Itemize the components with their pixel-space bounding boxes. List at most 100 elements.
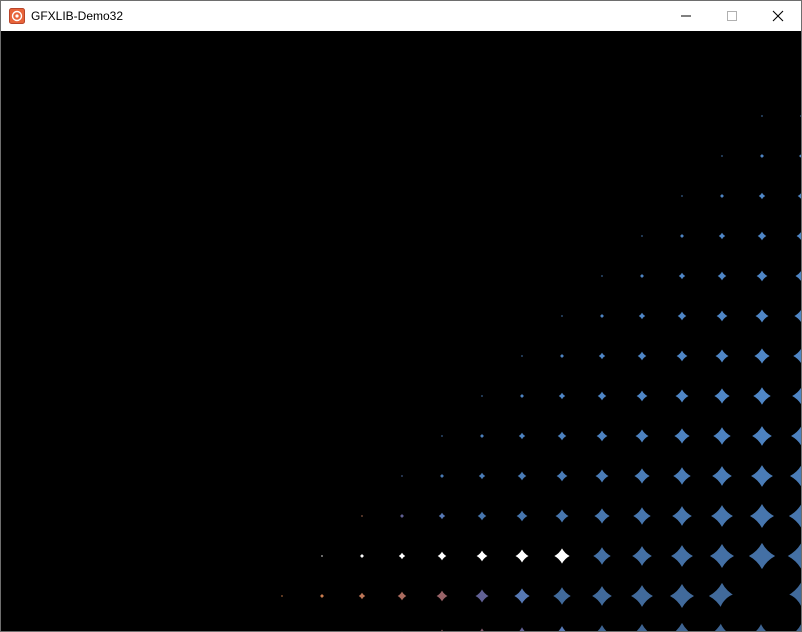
grid-dot [556, 470, 568, 482]
grid-dot [636, 623, 648, 631]
grid-dot [593, 547, 611, 565]
grid-dot [787, 543, 801, 569]
shadow-circle [743, 575, 779, 611]
grid-dot [397, 591, 407, 601]
grid-dot [557, 431, 567, 441]
grid-dot [594, 508, 610, 524]
grid-dot [598, 352, 606, 360]
grid-dot [560, 314, 564, 318]
grid-dot [479, 433, 485, 439]
grid-dot [754, 348, 770, 364]
grid-dot [758, 192, 766, 200]
grid-dot [438, 512, 446, 520]
grid-dot [635, 429, 649, 443]
grid-dot [675, 622, 689, 631]
maximize-icon [727, 11, 737, 21]
grid-dot [558, 626, 566, 631]
grid-dot [756, 270, 768, 282]
grid-dot [669, 583, 695, 609]
grid-dot [600, 274, 604, 278]
grid-dot [674, 428, 690, 444]
grid-dot [555, 509, 569, 523]
grid-dot [793, 348, 801, 364]
grid-dot [797, 193, 801, 199]
grid-dot [592, 586, 612, 606]
grid-dot [520, 354, 524, 358]
grid-dot [476, 550, 488, 562]
grid-dot [437, 551, 447, 561]
grid-dot [789, 465, 801, 487]
grid-dot [753, 387, 771, 405]
grid-dot [752, 426, 772, 446]
grid-dot [595, 469, 609, 483]
grid-dot [436, 590, 448, 602]
grid-dot [796, 232, 801, 240]
grid-dot [632, 546, 652, 566]
title-bar[interactable]: GFXLIB-Demo32 [1, 1, 801, 31]
grid-dot [719, 193, 725, 199]
grid-dot [517, 471, 527, 481]
minimize-button[interactable] [663, 1, 709, 31]
grid-dot [440, 434, 444, 438]
grid-dot [633, 507, 651, 525]
grid-dot [757, 231, 767, 241]
grid-dot [519, 627, 525, 631]
grid-dot [678, 272, 686, 280]
grid-dot [679, 233, 685, 239]
grid-dot [518, 432, 526, 440]
maximize-button[interactable] [709, 1, 755, 31]
grid-dot [359, 553, 365, 559]
grid-dot [673, 467, 691, 485]
grid-dot [554, 548, 570, 564]
close-icon [772, 10, 784, 22]
grid-dot [675, 389, 689, 403]
grid-dot [676, 350, 688, 362]
grid-dot [639, 273, 645, 279]
grid-dot [360, 514, 364, 518]
grid-dot [319, 593, 325, 599]
grid-dot [798, 154, 801, 158]
grid-dot [634, 468, 650, 484]
minimize-icon [681, 15, 691, 17]
grid-dot [709, 543, 735, 569]
grid-dot [399, 513, 405, 519]
grid-dot [671, 545, 693, 567]
grid-dot [596, 430, 608, 442]
grid-dot [712, 466, 732, 486]
grid-dot [677, 311, 687, 321]
grid-dot [637, 351, 647, 361]
grid-dot [400, 474, 404, 478]
grid-dot [640, 234, 644, 238]
app-window: GFXLIB-Demo32 [0, 0, 802, 632]
grid-dot [597, 391, 607, 401]
grid-dot [631, 585, 653, 607]
grid-dot [714, 388, 730, 404]
grid-dot [760, 114, 764, 118]
grid-dot [480, 628, 484, 631]
diamond-dot-grid [280, 75, 801, 631]
grid-dot [475, 589, 489, 603]
grid-dot [759, 153, 765, 159]
grid-dot [559, 353, 565, 359]
grid-dot [514, 588, 530, 604]
grid-dot [553, 587, 571, 605]
grid-dot [478, 472, 486, 480]
grid-dot [718, 232, 726, 240]
grid-dot [477, 511, 487, 521]
grid-dot [672, 506, 692, 526]
grid-dot [711, 505, 733, 527]
grid-dot [751, 465, 773, 487]
close-button[interactable] [755, 1, 801, 31]
app-icon[interactable] [9, 8, 25, 24]
grid-dot [716, 310, 728, 322]
grid-dot [788, 504, 801, 528]
render-canvas[interactable] [1, 31, 801, 631]
grid-dot [755, 309, 769, 323]
window-controls [663, 1, 801, 31]
grid-dot [638, 312, 646, 320]
grid-dot [358, 592, 366, 600]
grid-dot [441, 629, 443, 631]
grid-dot [599, 313, 605, 319]
grid-dot [519, 393, 525, 399]
grid-dot [791, 426, 801, 446]
